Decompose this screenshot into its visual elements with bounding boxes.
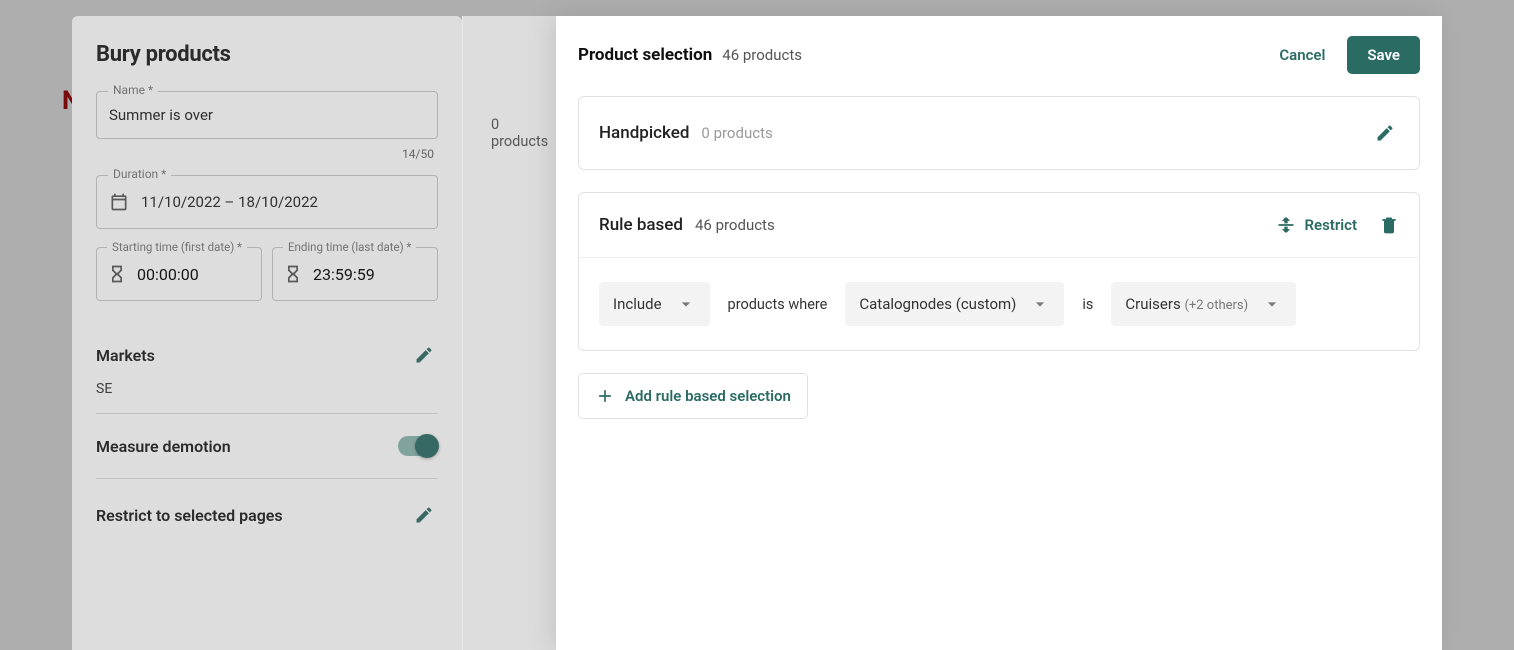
include-dropdown[interactable]: Include	[599, 282, 710, 326]
restrict-label: Restrict	[1304, 216, 1357, 234]
handpicked-count: 0 products	[701, 124, 772, 142]
product-selection-title: Product selection	[578, 45, 712, 65]
product-selection-count: 46 products	[722, 46, 802, 64]
rule-row: Include products where Catalognodes (cus…	[579, 257, 1419, 350]
chevron-down-icon	[1030, 294, 1050, 314]
middle-strip: 0 products	[462, 16, 556, 650]
attribute-dropdown[interactable]: Catalognodes (custom)	[845, 282, 1064, 326]
rule-based-count: 46 products	[695, 216, 775, 234]
handpicked-card: Handpicked 0 products	[578, 96, 1420, 170]
include-value: Include	[613, 295, 662, 313]
edit-handpicked-button[interactable]	[1371, 119, 1399, 147]
cancel-button[interactable]: Cancel	[1279, 46, 1325, 64]
plus-icon	[595, 386, 615, 406]
delete-rule-button[interactable]	[1379, 215, 1399, 235]
add-rule-label: Add rule based selection	[625, 387, 791, 405]
save-button[interactable]: Save	[1347, 36, 1420, 74]
handpicked-title: Handpicked	[599, 123, 689, 143]
value-main: Cruisers	[1125, 295, 1180, 313]
panel-header: Product selection 46 products Cancel Sav…	[556, 16, 1442, 96]
bury-products-panel: Bury products Name * Summer is over 14/5…	[72, 16, 462, 650]
left-panel-scrim	[72, 16, 462, 650]
chevron-down-icon	[1262, 294, 1282, 314]
restrict-icon	[1276, 215, 1296, 235]
attribute-value: Catalognodes (custom)	[859, 295, 1016, 313]
is-text: is	[1082, 296, 1093, 313]
product-selection-panel: Product selection 46 products Cancel Sav…	[556, 16, 1442, 650]
products-where-text: products where	[728, 296, 828, 313]
middle-scrim	[463, 16, 556, 650]
chevron-down-icon	[676, 294, 696, 314]
add-rule-based-selection-button[interactable]: Add rule based selection	[578, 373, 808, 419]
rule-based-card: Rule based 46 products Restrict	[578, 192, 1420, 351]
restrict-button[interactable]: Restrict	[1276, 215, 1357, 235]
value-dropdown[interactable]: Cruisers (+2 others)	[1111, 282, 1296, 326]
rule-based-title: Rule based	[599, 215, 683, 235]
value-extra: (+2 others)	[1184, 298, 1248, 313]
